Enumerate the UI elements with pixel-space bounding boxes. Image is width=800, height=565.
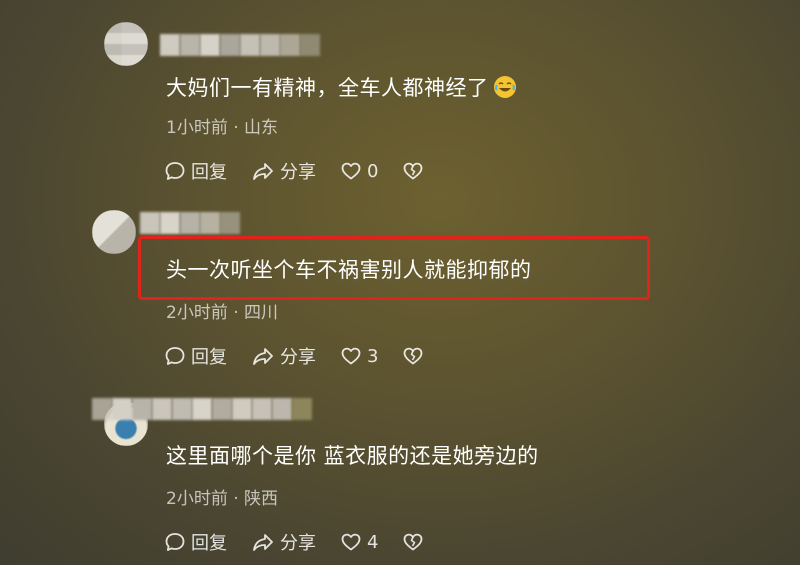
like-button[interactable]: 0: [340, 160, 378, 182]
comment-text: 这里面哪个是你 蓝衣服的还是她旁边的: [166, 442, 539, 470]
avatar[interactable]: [104, 22, 148, 66]
blurred-avatar-image: [104, 22, 148, 66]
share-button[interactable]: 分享: [251, 158, 316, 184]
comment-actions: 回复 分享 3: [164, 343, 448, 369]
blurred-avatar-image: [92, 210, 136, 254]
like-count: 3: [367, 345, 379, 367]
dislike-button[interactable]: [402, 345, 424, 367]
share-button[interactable]: 分享: [251, 343, 316, 369]
share-arrow-icon: [253, 163, 273, 180]
comment-time: 1小时前: [166, 118, 228, 138]
like-count: 0: [367, 160, 379, 182]
username-blurred[interactable]: [140, 212, 240, 234]
share-label: 分享: [280, 347, 316, 368]
share-label: 分享: [280, 533, 316, 554]
comment-text: 大妈们一有精神，全车人都神经了: [166, 74, 517, 102]
share-label: 分享: [280, 162, 316, 183]
comment-text-content: 大妈们一有精神，全车人都神经了: [166, 76, 489, 100]
comment-text-content: 这里面哪个是你 蓝衣服的还是她旁边的: [166, 444, 539, 468]
comment-time: 2小时前: [166, 489, 228, 509]
comment-time: 2小时前: [166, 303, 228, 323]
comment-actions: 回复 分享 0: [164, 158, 448, 184]
share-arrow-icon: [253, 348, 273, 365]
red-highlight-box: [138, 236, 650, 300]
reply-button[interactable]: 回复: [164, 158, 227, 184]
heart-icon: [341, 347, 361, 365]
reply-label: 回复: [191, 347, 227, 368]
like-button[interactable]: 4: [340, 531, 378, 553]
dislike-button[interactable]: [402, 531, 424, 553]
speech-bubble-icon: [165, 162, 185, 180]
like-button[interactable]: 3: [340, 345, 378, 367]
comment-meta: 2小时前 · 陕西: [166, 484, 278, 509]
like-count: 4: [367, 531, 379, 553]
heart-icon: [341, 162, 361, 180]
comment-actions: 回复 分享 4: [164, 529, 448, 555]
reply-button[interactable]: 回复: [164, 343, 227, 369]
comment-meta: 2小时前 · 四川: [166, 298, 278, 323]
comment-location: 陕西: [244, 489, 279, 509]
share-button[interactable]: 分享: [251, 529, 316, 555]
speech-bubble-icon: [165, 533, 185, 551]
username-blurred[interactable]: [92, 398, 312, 420]
dislike-button[interactable]: [402, 160, 424, 182]
avatar[interactable]: [92, 210, 136, 254]
reply-label: 回复: [191, 533, 227, 554]
comment-location: 山东: [244, 118, 279, 138]
share-arrow-icon: [253, 534, 273, 551]
heart-icon: [341, 533, 361, 551]
crying-laughing-emoji-icon: [493, 76, 516, 98]
comment-location: 四川: [244, 303, 279, 323]
username-blurred[interactable]: [160, 34, 320, 56]
broken-heart-icon: [404, 533, 423, 551]
speech-bubble-icon: [165, 347, 185, 365]
meta-separator: ·: [227, 118, 245, 138]
reply-label: 回复: [191, 162, 227, 183]
broken-heart-icon: [404, 347, 423, 365]
reply-button[interactable]: 回复: [164, 529, 227, 555]
comment-meta: 1小时前 · 山东: [166, 113, 278, 138]
meta-separator: ·: [227, 489, 245, 509]
meta-separator: ·: [227, 303, 245, 323]
broken-heart-icon: [404, 162, 423, 180]
